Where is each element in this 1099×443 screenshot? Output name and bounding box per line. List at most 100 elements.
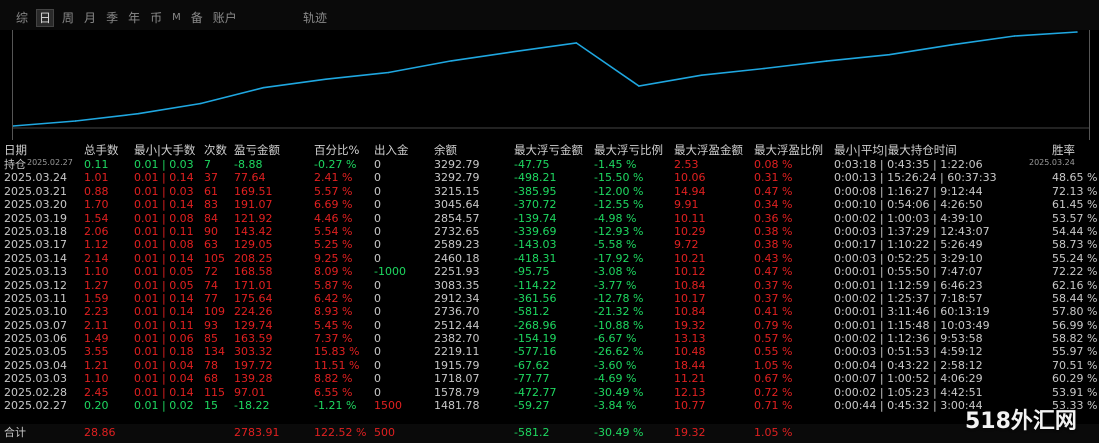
cell-balance: 1578.79 xyxy=(434,385,480,399)
cell-io: 0 xyxy=(374,345,381,359)
column-header-10[interactable]: 最大浮盈金额 xyxy=(674,143,743,158)
top-toolbar: 综日周月季年币 M 备账户 轨迹 xyxy=(0,0,1099,30)
cell-date: 2025.03.06 xyxy=(4,332,67,346)
table-row[interactable]: 2025.03.06 1.49 0.01 | 0.06 85 163.59 7.37 % 0… xyxy=(4,332,1099,345)
cell-max-fp: 19.32 xyxy=(674,318,706,332)
tab-2[interactable]: 周 xyxy=(60,10,76,26)
cell-max-dd: -361.56 xyxy=(514,291,557,305)
column-header-11[interactable]: 最大浮盈比例 xyxy=(754,143,823,158)
cell-max-fp-pct: 1.05 % xyxy=(754,426,793,439)
cell-win: 58.73 % xyxy=(1052,238,1098,252)
table-row[interactable]: 2025.03.19 1.54 0.01 | 0.08 84 121.92 4.46 % 0… xyxy=(4,212,1099,225)
total-row-bar: 合计 28.86 2783.91 122.52 % 500 -581.2 -30.49 % 1… xyxy=(0,424,1099,443)
cell-pct: 122.52 % xyxy=(314,426,367,439)
cell-io: 0 xyxy=(374,211,381,225)
equity-curve-chart: 2025.02.27 2025.03.24 xyxy=(12,30,1090,167)
table-row[interactable]: 2025.03.20 1.70 0.01 | 0.14 83 191.07 6.69 % 0… xyxy=(4,198,1099,211)
cell-io: 0 xyxy=(374,305,381,319)
cell-minmax: 0.01 | 0.03 xyxy=(134,184,194,198)
tab-4[interactable]: 季 xyxy=(104,10,120,26)
cell-max-fp: 10.06 xyxy=(674,171,706,185)
cell-lots: 1.59 xyxy=(84,291,109,305)
table-row[interactable]: 2025.03.12 1.27 0.01 | 0.05 74 171.01 5.87 % 0… xyxy=(4,279,1099,292)
cell-max-fp: 11.21 xyxy=(674,372,706,386)
cell-date: 2025.03.03 xyxy=(4,372,67,386)
table-row[interactable]: 2025.03.07 2.11 0.01 | 0.11 93 129.74 5.45 % 0… xyxy=(4,319,1099,332)
column-header-5[interactable]: 百分比% xyxy=(314,143,359,158)
cell-count: 72 xyxy=(204,265,218,279)
cell-max-fp: 10.17 xyxy=(674,291,706,305)
cell-lots: 0.20 xyxy=(84,399,109,413)
cell-hold: 0:00:13 | 15:26:24 | 60:37:33 xyxy=(834,171,997,185)
total-row: 合计 28.86 2783.91 122.52 % 500 -581.2 -30.49 % 1… xyxy=(4,426,1099,439)
column-header-9[interactable]: 最大浮亏比例 xyxy=(594,143,663,158)
table-row[interactable]: 2025.03.21 0.88 0.01 | 0.03 61 169.51 5.57 % 0… xyxy=(4,185,1099,198)
tab-7[interactable]: M xyxy=(170,10,183,26)
tab-1[interactable]: 日 xyxy=(36,9,55,27)
cell-max-dd-pct: -4.69 % xyxy=(594,372,637,386)
cell-max-dd: -154.19 xyxy=(514,332,557,346)
table-row[interactable]: 2025.03.05 3.55 0.01 | 0.18 134 303.32 15.83 … xyxy=(4,345,1099,358)
data-point xyxy=(575,42,578,44)
watermark-logo: 518外汇网 xyxy=(965,409,1077,434)
cell-lots: 3.55 xyxy=(84,345,109,359)
data-point xyxy=(199,102,202,105)
table-row[interactable]: 2025.03.13 1.10 0.01 | 0.05 72 168.58 8.09 % -… xyxy=(4,265,1099,278)
cell-lots: 0.88 xyxy=(84,184,109,198)
table-row[interactable]: 2025.03.18 2.06 0.01 | 0.11 90 143.42 5.54 % 0… xyxy=(4,225,1099,238)
cell-max-dd-pct: -30.49 % xyxy=(594,385,644,399)
column-header-1[interactable]: 总手数 xyxy=(84,143,119,158)
cell-max-dd: -581.2 xyxy=(514,426,550,439)
table-row[interactable]: 2025.03.11 1.59 0.01 | 0.14 77 175.64 6.42 % 0… xyxy=(4,292,1099,305)
tab-6[interactable]: 币 xyxy=(148,10,164,26)
tab-8[interactable]: 备 xyxy=(189,10,205,26)
data-point xyxy=(450,60,452,62)
cell-max-fp-pct: 0.08 % xyxy=(754,158,793,171)
data-point xyxy=(1076,31,1078,33)
column-header-7[interactable]: 余额 xyxy=(434,143,457,158)
cell-minmax: 0.01 | 0.02 xyxy=(134,399,194,413)
tab-5[interactable]: 年 xyxy=(126,10,142,26)
cell-max-fp: 10.11 xyxy=(674,211,706,225)
table-row[interactable]: 2025.03.17 1.12 0.01 | 0.08 63 129.05 5.25 % 0… xyxy=(4,238,1099,251)
table-row[interactable]: 2025.02.27 0.20 0.01 | 0.02 15 -18.22 -1.21 %… xyxy=(4,399,1099,412)
cell-pnl: 163.59 xyxy=(234,332,273,346)
table-row-holding[interactable]: 持仓 0.11 0.01 | 0.03 7 -8.88 -0.27 % 0 3292.79 -4… xyxy=(4,158,1099,171)
tab-3[interactable]: 月 xyxy=(82,10,98,26)
column-header-3[interactable]: 次数 xyxy=(204,143,227,158)
table-row[interactable]: 2025.03.14 2.14 0.01 | 0.14 105 208.25 9.25 %… xyxy=(4,252,1099,265)
cell-max-dd: -581.2 xyxy=(514,305,550,319)
cell-lots: 2.14 xyxy=(84,251,109,265)
column-header-0[interactable]: 日期 xyxy=(4,143,27,158)
tab-track[interactable]: 轨迹 xyxy=(303,10,327,26)
tab-9[interactable]: 账户 xyxy=(211,10,239,26)
cell-pnl: 197.72 xyxy=(234,358,273,372)
cell-count: 109 xyxy=(204,305,225,319)
cell-lots: 28.86 xyxy=(84,426,116,439)
table-row[interactable]: 2025.03.10 2.23 0.01 | 0.14 109 224.26 8.93 %… xyxy=(4,305,1099,318)
cell-max-dd-pct: -6.67 % xyxy=(594,332,637,346)
cell-pct: -1.21 % xyxy=(314,399,357,413)
cell-pct: 6.55 % xyxy=(314,385,353,399)
column-header-12[interactable]: 最小|平均|最大持仓时间 xyxy=(834,143,957,158)
table-row[interactable]: 2025.03.04 1.21 0.01 | 0.04 78 197.72 11.51 %… xyxy=(4,359,1099,372)
column-header-13[interactable]: 胜率 xyxy=(1052,143,1075,158)
cell-max-dd: -268.96 xyxy=(514,318,557,332)
table-row[interactable]: 2025.02.28 2.45 0.01 | 0.14 115 97.01 6.55 % 0… xyxy=(4,386,1099,399)
column-header-6[interactable]: 出入金 xyxy=(374,143,409,158)
cell-max-fp: 10.84 xyxy=(674,305,706,319)
table-row[interactable]: 2025.03.03 1.10 0.01 | 0.04 68 139.28 8.82 % 0… xyxy=(4,372,1099,385)
cell-count: 37 xyxy=(204,171,218,185)
cell-pct: 7.37 % xyxy=(314,332,353,346)
column-header-4[interactable]: 盈亏金额 xyxy=(234,143,280,158)
cell-max-fp: 12.13 xyxy=(674,385,706,399)
cell-io: 0 xyxy=(374,291,381,305)
column-header-8[interactable]: 最大浮亏金额 xyxy=(514,143,583,158)
table-row[interactable]: 2025.03.24 1.01 0.01 | 0.14 37 77.64 2.41 % 0 3… xyxy=(4,171,1099,184)
cell-hold: 0:00:07 | 1:00:52 | 4:06:29 xyxy=(834,372,983,386)
data-point xyxy=(763,67,765,70)
cell-io: 0 xyxy=(374,385,381,399)
column-header-2[interactable]: 最小|大手数 xyxy=(134,143,195,158)
tab-0[interactable]: 综 xyxy=(14,10,30,26)
cell-count: 15 xyxy=(204,399,218,413)
